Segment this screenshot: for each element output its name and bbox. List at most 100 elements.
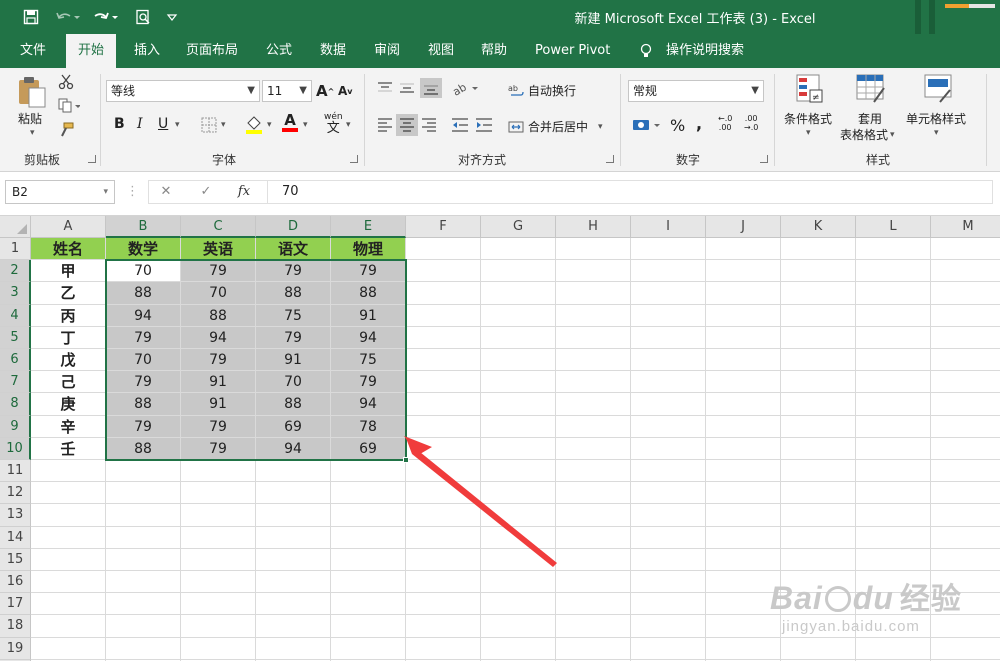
phonetic-guide-button[interactable]: wén 文 (324, 112, 343, 135)
cell-e3[interactable]: 88 (331, 282, 406, 305)
format-as-table-label-1[interactable]: 套用 (858, 110, 882, 127)
print-preview-icon[interactable] (132, 6, 154, 28)
cell-k6[interactable] (781, 349, 856, 372)
decrease-indent-icon[interactable] (450, 116, 470, 134)
cell-b9[interactable]: 79 (106, 415, 181, 438)
cell-j2[interactable] (706, 260, 781, 283)
cell-a17[interactable] (31, 593, 106, 616)
cell-f19[interactable] (406, 637, 481, 660)
cell-g18[interactable] (481, 615, 556, 638)
cell-m3[interactable] (931, 282, 1000, 305)
cell-j19[interactable] (706, 637, 781, 660)
cell-d9[interactable]: 69 (256, 415, 331, 438)
cell-f5[interactable] (406, 326, 481, 349)
cell-b15[interactable] (106, 548, 181, 571)
italic-button[interactable]: I (137, 116, 143, 132)
cell-e17[interactable] (331, 593, 406, 616)
cell-a10[interactable]: 壬 (31, 437, 106, 460)
cell-a15[interactable] (31, 548, 106, 571)
cell-j1[interactable] (706, 238, 781, 261)
cell-l14[interactable] (856, 526, 931, 549)
number-launcher-icon[interactable] (760, 155, 768, 163)
paste-button[interactable]: 粘贴 (18, 110, 42, 127)
row-header-7[interactable]: 7 (0, 371, 31, 394)
cell-d19[interactable] (256, 637, 331, 660)
tab-review[interactable]: 审阅 (374, 34, 400, 68)
cell-d17[interactable] (256, 593, 331, 616)
cell-l2[interactable] (856, 260, 931, 283)
cell-m2[interactable] (931, 260, 1000, 283)
cell-i9[interactable] (631, 415, 706, 438)
cell-e11[interactable] (331, 460, 406, 483)
name-box[interactable]: B2 ▾ (5, 180, 115, 204)
cell-b19[interactable] (106, 637, 181, 660)
cell-e18[interactable] (331, 615, 406, 638)
cell-l7[interactable] (856, 371, 931, 394)
cell-k14[interactable] (781, 526, 856, 549)
cell-j13[interactable] (706, 504, 781, 527)
cell-j5[interactable] (706, 326, 781, 349)
cell-c13[interactable] (181, 504, 256, 527)
row-header-12[interactable]: 12 (0, 482, 31, 505)
borders-dropdown-icon[interactable]: ▾ (221, 120, 226, 130)
column-header-c[interactable]: C (181, 216, 256, 238)
cell-j18[interactable] (706, 615, 781, 638)
cell-h2[interactable] (556, 260, 631, 283)
cell-h12[interactable] (556, 482, 631, 505)
row-header-17[interactable]: 17 (0, 593, 31, 616)
column-header-d[interactable]: D (256, 216, 331, 238)
cell-f6[interactable] (406, 349, 481, 372)
cell-g17[interactable] (481, 593, 556, 616)
row-header-4[interactable]: 4 (0, 304, 31, 327)
cell-f9[interactable] (406, 415, 481, 438)
cell-g4[interactable] (481, 304, 556, 327)
cell-e6[interactable]: 75 (331, 349, 406, 372)
cell-b8[interactable]: 88 (106, 393, 181, 416)
column-header-i[interactable]: I (631, 216, 706, 238)
cell-styles-dropdown-icon[interactable]: ▾ (934, 128, 939, 138)
align-left-icon[interactable] (376, 116, 394, 134)
cell-m9[interactable] (931, 416, 1000, 438)
cell-c19[interactable] (181, 637, 256, 660)
column-header-g[interactable]: G (481, 216, 556, 238)
merge-center-button[interactable]: 合并后居中 ▾ (508, 118, 603, 135)
cell-e13[interactable] (331, 504, 406, 527)
enter-button[interactable]: ✓ (196, 182, 216, 202)
cell-b1[interactable]: 数学 (106, 238, 181, 261)
cell-h13[interactable] (556, 504, 631, 527)
tab-home[interactable]: 开始 (66, 34, 117, 68)
cell-h11[interactable] (556, 460, 631, 483)
cell-a6[interactable]: 戊 (31, 349, 106, 372)
cell-k11[interactable] (781, 460, 856, 483)
cell-g16[interactable] (481, 571, 556, 594)
cell-c14[interactable] (181, 526, 256, 549)
cell-g2[interactable] (481, 260, 556, 283)
cell-k8[interactable] (781, 393, 856, 416)
cell-m10[interactable] (931, 438, 1000, 460)
cell-i2[interactable] (631, 260, 706, 283)
cell-h5[interactable] (556, 326, 631, 349)
cell-g13[interactable] (481, 504, 556, 527)
align-right-icon[interactable] (420, 116, 438, 134)
cell-i7[interactable] (631, 371, 706, 394)
format-as-table-icon[interactable] (856, 74, 886, 104)
comma-button[interactable]: , (696, 114, 702, 133)
cell-h17[interactable] (556, 593, 631, 616)
row-header-15[interactable]: 15 (0, 548, 31, 571)
cell-i12[interactable] (631, 482, 706, 505)
underline-button[interactable]: U (158, 116, 168, 132)
increase-decimal-icon[interactable]: ←.0.00 (718, 114, 732, 132)
cell-f2[interactable] (406, 260, 481, 283)
column-header-a[interactable]: A (31, 216, 106, 238)
cell-j8[interactable] (706, 393, 781, 416)
copy-icon[interactable] (58, 98, 80, 114)
cell-a8[interactable]: 庚 (31, 393, 106, 416)
cell-d11[interactable] (256, 460, 331, 483)
cell-m12[interactable] (931, 482, 1000, 505)
cell-m7[interactable] (931, 371, 1000, 394)
phonetic-dropdown-icon[interactable]: ▾ (346, 120, 351, 130)
row-header-10[interactable]: 10 (0, 437, 31, 460)
cell-a7[interactable]: 己 (31, 371, 106, 394)
cell-b17[interactable] (106, 593, 181, 616)
cell-k15[interactable] (781, 548, 856, 571)
